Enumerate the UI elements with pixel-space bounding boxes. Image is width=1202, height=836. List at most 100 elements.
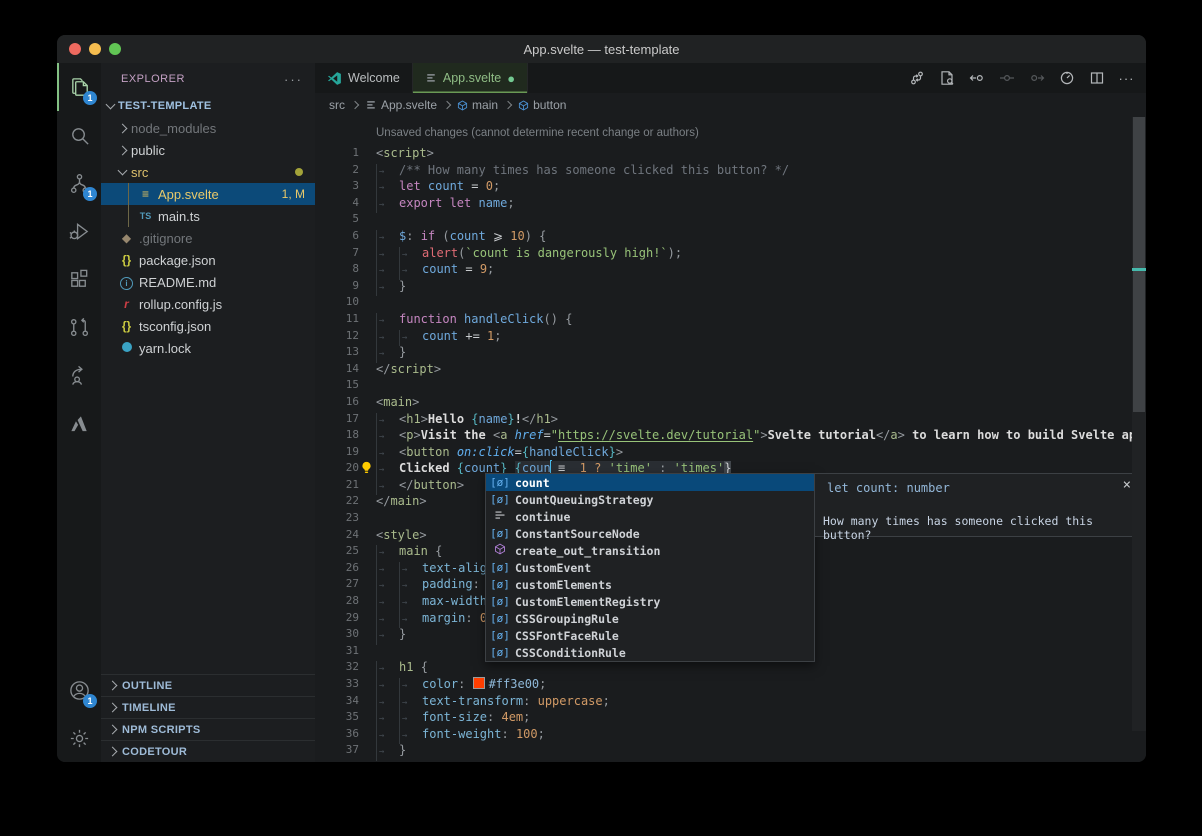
code-line[interactable]: 16<main> <box>315 394 1146 411</box>
accounts-icon[interactable]: 1 <box>57 666 101 714</box>
tab-app-svelte[interactable]: App.svelte● <box>413 63 528 93</box>
suggest-item[interactable]: create_out_transition <box>486 542 814 559</box>
breadcrumb-item[interactable]: App.svelte <box>365 98 437 112</box>
line-number: 13 <box>315 344 359 361</box>
tab-welcome[interactable]: Welcome <box>315 63 413 93</box>
code-line[interactable]: 17→<h1>Hello {name}!</h1> <box>315 411 1146 428</box>
code-line[interactable]: 3→let count = 0; <box>315 178 1146 195</box>
codelens-annotation[interactable]: Unsaved changes (cannot determine recent… <box>315 117 1146 145</box>
code-line[interactable]: 19→<button on:click={handleClick}> <box>315 444 1146 461</box>
symbol-icon <box>457 100 468 111</box>
file-tree-item[interactable]: src <box>101 161 315 183</box>
line-number: 12 <box>315 328 359 345</box>
close-icon[interactable]: × <box>1123 477 1131 493</box>
code-line[interactable]: 33→→color: #ff3e00; <box>315 676 1146 693</box>
code-line[interactable]: 35→→font-size: 4em; <box>315 709 1146 726</box>
run-and-debug-icon[interactable] <box>57 207 101 255</box>
code-line[interactable]: 7→→alert(`count is dangerously high!`); <box>315 245 1146 262</box>
code-line[interactable]: 18→<p>Visit the <a href="https://svelte.… <box>315 427 1146 444</box>
suggest-item[interactable]: continue <box>486 508 814 525</box>
svelte-file-icon <box>365 99 377 111</box>
file-tree-item[interactable]: node_modules <box>101 117 315 139</box>
workspace-root-folder[interactable]: TEST-TEMPLATE <box>101 95 315 117</box>
file-tree-item[interactable]: rrollup.config.js <box>101 293 315 315</box>
chevron-right-icon <box>118 123 128 133</box>
file-tree-item[interactable]: ◆.gitignore <box>101 227 315 249</box>
scrollbar-slider[interactable] <box>1133 117 1145 412</box>
suggest-item[interactable]: [ø]customElements <box>486 576 814 593</box>
breadcrumb-item[interactable]: main <box>457 98 498 112</box>
code-line[interactable]: 1<script> <box>315 145 1146 162</box>
code-line[interactable]: 9→} <box>315 278 1146 295</box>
code-line[interactable]: 13→} <box>315 344 1146 361</box>
code-line[interactable]: 2→/** How many times has someone clicked… <box>315 162 1146 179</box>
code-line[interactable]: 37→} <box>315 742 1146 759</box>
file-tree-item[interactable]: {}tsconfig.json <box>101 315 315 337</box>
file-tree-item[interactable]: public <box>101 139 315 161</box>
suggest-item[interactable]: [ø]CSSGroupingRule <box>486 610 814 627</box>
git-status-badge: 1, M <box>282 187 305 201</box>
line-number: 27 <box>315 576 359 593</box>
typescript-file-icon: TS <box>138 211 153 221</box>
line-number: 20 <box>315 460 359 477</box>
json-file-icon: {} <box>119 253 134 267</box>
code-line[interactable]: 4→export let name; <box>315 195 1146 212</box>
suggest-item[interactable]: [ø]ConstantSourceNode <box>486 525 814 542</box>
svelte-file-icon: ≡ <box>138 187 153 201</box>
chevron-right-icon <box>351 101 359 109</box>
sidebar-section-npm-scripts[interactable]: NPM SCRIPTS <box>101 718 315 740</box>
code-line[interactable]: 5 <box>315 211 1146 228</box>
line-number: 5 <box>315 211 359 228</box>
sidebar-section-timeline[interactable]: TIMELINE <box>101 696 315 718</box>
settings-gear-icon[interactable] <box>57 714 101 762</box>
code-line[interactable]: 12→→count += 1; <box>315 328 1146 345</box>
line-number: 28 <box>315 593 359 610</box>
accounts-badge: 1 <box>83 694 97 708</box>
file-tree-item[interactable]: {} package.json <box>101 249 315 271</box>
compare-changes-icon[interactable] <box>905 67 928 90</box>
symbol-variable-icon: [ø] <box>490 629 510 642</box>
github-pull-requests-icon[interactable] <box>57 303 101 351</box>
code-line[interactable]: 34→→text-transform: uppercase; <box>315 693 1146 710</box>
explorer-more-actions-icon[interactable]: ··· <box>284 72 303 87</box>
file-label: package.json <box>139 253 216 268</box>
chevron-right-icon <box>108 747 118 757</box>
code-line[interactable]: 11→function handleClick() { <box>315 311 1146 328</box>
code-editor[interactable]: Unsaved changes (cannot determine recent… <box>315 117 1146 762</box>
editor-scrollbar[interactable] <box>1132 117 1146 731</box>
suggest-item[interactable]: [ø]CountQueuingStrategy <box>486 491 814 508</box>
file-tree-item[interactable]: iREADME.md <box>101 271 315 293</box>
sidebar-section-outline[interactable]: OUTLINE <box>101 674 315 696</box>
previous-change-icon[interactable] <box>965 67 988 90</box>
suggest-item[interactable]: [ø]count <box>486 474 814 491</box>
code-line[interactable]: 10 <box>315 294 1146 311</box>
file-history-icon[interactable] <box>1055 67 1078 90</box>
suggest-item[interactable]: [ø]CustomElementRegistry <box>486 593 814 610</box>
suggest-item[interactable]: [ø]CSSFontFaceRule <box>486 627 814 644</box>
suggest-item[interactable]: [ø]CSSConditionRule <box>486 644 814 661</box>
breadcrumb-item[interactable]: src <box>329 98 345 112</box>
source-control-icon[interactable]: 1 <box>57 159 101 207</box>
breadcrumb-item[interactable]: button <box>518 98 566 112</box>
explorer-icon[interactable]: 1 <box>57 63 101 111</box>
open-changes-icon[interactable] <box>935 67 958 90</box>
code-line[interactable]: 15 <box>315 377 1146 394</box>
search-icon[interactable] <box>57 111 101 159</box>
azure-icon[interactable] <box>57 399 101 447</box>
extensions-icon[interactable] <box>57 255 101 303</box>
file-tree-item[interactable]: ≡App.svelte1, M <box>101 183 315 205</box>
sidebar-section-codetour[interactable]: CODETOUR <box>101 740 315 762</box>
symbol-variable-icon: [ø] <box>490 493 510 506</box>
split-editor-icon[interactable] <box>1085 67 1108 90</box>
live-share-icon[interactable] <box>57 351 101 399</box>
code-line[interactable]: 8→→count = 9; <box>315 261 1146 278</box>
more-actions-icon[interactable]: ··· <box>1115 67 1138 90</box>
suggest-item[interactable]: [ø]CustomEvent <box>486 559 814 576</box>
code-line[interactable]: 14</script> <box>315 361 1146 378</box>
code-line[interactable]: 36→→font-weight: 100; <box>315 726 1146 743</box>
chevron-right-icon <box>504 101 512 109</box>
code-line[interactable]: 6→$: if (count ⩾ 10) { <box>315 228 1146 245</box>
css-color-swatch-icon <box>473 677 485 689</box>
file-tree-item[interactable]: yarn.lock <box>101 337 315 359</box>
file-tree-item[interactable]: TSmain.ts <box>101 205 315 227</box>
